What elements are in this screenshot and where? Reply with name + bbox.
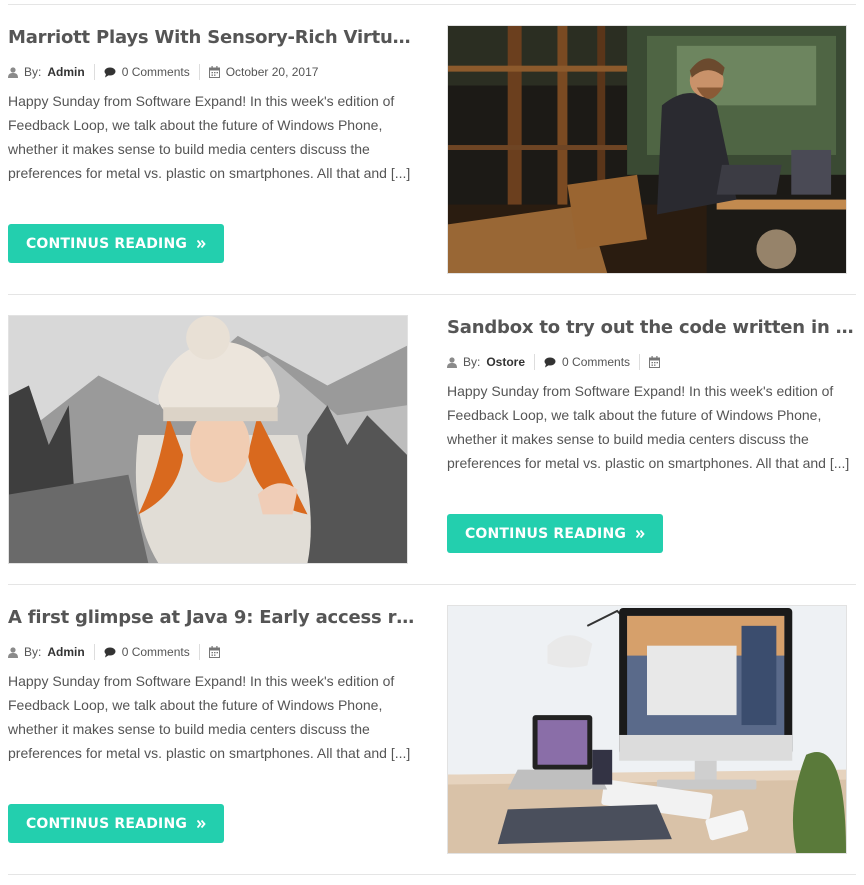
post-image[interactable] xyxy=(8,315,408,564)
comment-icon xyxy=(544,357,556,367)
by-label: By: xyxy=(463,355,481,369)
meta-separator xyxy=(198,644,200,660)
user-icon xyxy=(8,646,18,658)
button-label: CONTINUS READING xyxy=(25,815,188,832)
blog-post-2: Sandbox to try out the code written in a… xyxy=(0,315,864,565)
author-link[interactable]: Admin xyxy=(47,65,84,79)
divider xyxy=(8,584,856,585)
meta-separator xyxy=(198,64,200,80)
author-link[interactable]: Admin xyxy=(47,645,84,659)
post-meta: By: Admin 0 Comments xyxy=(8,642,420,662)
post-date: October 20, 2017 xyxy=(225,65,319,79)
double-chevron-right-icon xyxy=(197,819,206,828)
desk-computer-photo xyxy=(448,606,846,853)
double-chevron-right-icon xyxy=(197,239,206,248)
date-meta xyxy=(208,646,226,658)
post-title[interactable]: A first glimpse at Java 9: Early access … xyxy=(8,605,420,631)
continue-reading-button[interactable]: CONTINUS READING xyxy=(8,804,224,843)
post-excerpt: Happy Sunday from Software Expand! In th… xyxy=(447,383,850,471)
man-laptop-photo xyxy=(448,26,846,273)
date-meta: October 20, 2017 xyxy=(208,65,319,79)
comment-icon xyxy=(104,647,116,657)
post-image[interactable] xyxy=(447,605,847,854)
comments-meta: 0 Comments xyxy=(104,65,190,79)
post-meta: By: Ostore 0 Comments xyxy=(447,352,859,372)
post-title[interactable]: Sandbox to try out the code written in a… xyxy=(447,315,859,341)
by-label: By: xyxy=(24,645,42,659)
date-meta xyxy=(649,356,666,368)
meta-separator xyxy=(93,644,95,660)
author-link[interactable]: Ostore xyxy=(486,355,525,369)
continue-reading-button[interactable]: CONTINUS READING xyxy=(447,514,663,553)
author-meta: By: Admin xyxy=(8,65,85,79)
post-excerpt: Happy Sunday from Software Expand! In th… xyxy=(8,673,411,761)
comments-link[interactable]: 0 Comments xyxy=(122,645,190,659)
divider xyxy=(8,874,856,875)
woman-knit-hat-photo xyxy=(9,316,407,563)
continue-reading-button[interactable]: CONTINUS READING xyxy=(8,224,224,263)
meta-separator xyxy=(534,354,536,370)
comments-meta: 0 Comments xyxy=(104,645,190,659)
divider xyxy=(8,294,856,295)
blog-post-1: Marriott Plays With Sensory-Rich Virtual… xyxy=(0,25,864,275)
by-label: By: xyxy=(24,65,42,79)
author-meta: By: Ostore xyxy=(447,355,525,369)
calendar-icon xyxy=(649,356,661,368)
comments-link[interactable]: 0 Comments xyxy=(562,355,630,369)
post-image[interactable] xyxy=(447,25,847,274)
author-meta: By: Admin xyxy=(8,645,85,659)
comments-meta: 0 Comments xyxy=(544,355,630,369)
calendar-icon xyxy=(208,66,220,78)
button-label: CONTINUS READING xyxy=(464,525,627,542)
post-meta: By: Admin 0 Comments October 20, 2017 xyxy=(8,62,420,82)
double-chevron-right-icon xyxy=(636,529,645,538)
meta-separator xyxy=(93,64,95,80)
user-icon xyxy=(447,356,457,368)
meta-separator xyxy=(639,354,641,370)
user-icon xyxy=(8,66,18,78)
button-label: CONTINUS READING xyxy=(25,235,188,252)
comments-link[interactable]: 0 Comments xyxy=(122,65,190,79)
post-excerpt: Happy Sunday from Software Expand! In th… xyxy=(8,93,411,181)
blog-post-3: A first glimpse at Java 9: Early access … xyxy=(0,605,864,855)
calendar-icon xyxy=(208,646,220,658)
post-title[interactable]: Marriott Plays With Sensory-Rich Virtual… xyxy=(8,25,420,51)
divider xyxy=(8,4,856,5)
comment-icon xyxy=(104,67,116,77)
